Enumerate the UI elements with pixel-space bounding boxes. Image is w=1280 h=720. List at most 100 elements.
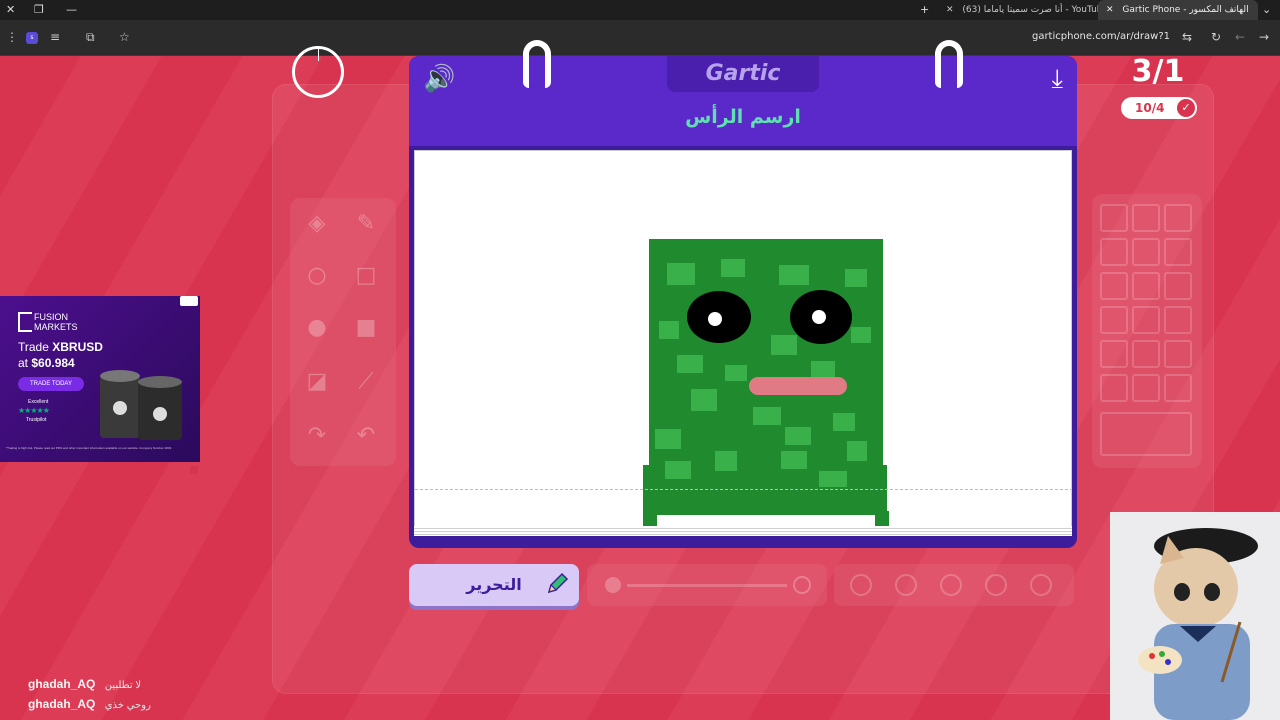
- oil-barrels-image: [100, 370, 182, 440]
- ad-price-value: $60.984: [31, 356, 75, 370]
- ad-brand-bottom: MARKETS: [34, 322, 78, 332]
- gartic-logo: Gartic: [667, 56, 819, 92]
- players-ready-badge: 10/4 ✓: [1121, 97, 1197, 119]
- line-tool-icon[interactable]: ⟋: [345, 360, 387, 404]
- color-swatch[interactable]: [1100, 204, 1128, 232]
- book-page-edges: [414, 526, 1072, 536]
- slider-track[interactable]: [627, 584, 787, 587]
- forward-icon[interactable]: ←: [1235, 30, 1245, 44]
- color-swatch[interactable]: [1132, 340, 1160, 368]
- color-swatch[interactable]: [1100, 374, 1128, 402]
- color-swatch[interactable]: [1100, 306, 1128, 334]
- download-icon[interactable]: ⤓: [1052, 64, 1064, 95]
- minimize-window-icon[interactable]: —: [66, 3, 77, 16]
- color-swatch[interactable]: [1100, 238, 1128, 266]
- width-option[interactable]: [850, 574, 872, 596]
- round-counter: 3/1: [1131, 54, 1185, 89]
- fusion-markets-logo-icon: [18, 312, 32, 332]
- color-palette: [1092, 194, 1202, 468]
- color-swatch[interactable]: [1164, 306, 1192, 334]
- color-swatch[interactable]: [1100, 340, 1128, 368]
- ad-disclaimer: *Trading is high risk. Please read our P…: [6, 446, 172, 450]
- tab-list-chevron-icon[interactable]: ⌄: [1262, 3, 1271, 16]
- chat-text: روحي خذي: [104, 700, 151, 711]
- color-swatch[interactable]: [1132, 238, 1160, 266]
- color-swatch[interactable]: [1164, 374, 1192, 402]
- binder-ring: [523, 40, 551, 88]
- width-option[interactable]: [940, 574, 962, 596]
- color-swatch[interactable]: [1132, 306, 1160, 334]
- url-field[interactable]: garticphone.com/ar/draw?1: [1032, 31, 1170, 42]
- reading-mode-icon[interactable]: ≡: [50, 30, 60, 44]
- back-icon[interactable]: →: [1259, 30, 1269, 44]
- ad-price: at $60.984: [18, 356, 75, 370]
- close-window-icon[interactable]: ✕: [6, 3, 15, 16]
- extension-icon[interactable]: s: [26, 32, 38, 44]
- eraser-tool-icon[interactable]: ◈: [296, 202, 338, 246]
- chat-username: ghadah_AQ: [28, 697, 96, 711]
- edit-button-label: التحرير: [466, 575, 522, 594]
- tab-title: (63) أنا صرت سميتا ياماما - YouTube: [962, 5, 1098, 15]
- width-option[interactable]: [895, 574, 917, 596]
- square-outline-tool-icon[interactable]: □: [345, 254, 387, 298]
- bucket-tool-icon[interactable]: ◪: [296, 360, 338, 404]
- chat-username: ghadah_AQ: [28, 677, 96, 691]
- drawing-prompt: ارسم الرأس: [685, 106, 801, 128]
- width-option[interactable]: [985, 574, 1007, 596]
- color-swatch[interactable]: [1132, 374, 1160, 402]
- ad-stars-icon: ★★★★★: [18, 406, 50, 415]
- menu-icon[interactable]: ⋮: [6, 30, 18, 44]
- pencil-icon: [547, 572, 569, 594]
- color-swatch[interactable]: [1164, 204, 1192, 232]
- binder-ring: [935, 40, 963, 88]
- drawing-book: Gartic 🔊 ⤓ ارسم الرأس: [409, 40, 1077, 548]
- restore-window-icon[interactable]: ❐: [34, 3, 44, 16]
- tab-gartic-phone[interactable]: ✕ Gartic Phone - الهاتف المكسور: [1098, 0, 1258, 20]
- ad-choices-icon[interactable]: [180, 296, 198, 306]
- ad-cta-button[interactable]: TRADE TODAY: [18, 377, 84, 391]
- drawing-toolbox: ◈ ✎ ○ □ ● ■ ◪ ⟋ ↷ ↶: [290, 198, 396, 466]
- custom-color-swatch[interactable]: [1100, 412, 1192, 456]
- reload-icon[interactable]: ↻: [1211, 30, 1221, 44]
- bookmark-star-icon[interactable]: ☆: [119, 30, 130, 44]
- ad-headline-prefix: Trade: [18, 340, 53, 354]
- drawing-canvas[interactable]: [414, 150, 1072, 528]
- ad-price-prefix: at: [18, 356, 32, 370]
- chat-message: ghadah_AQ لا تطلبين: [28, 677, 141, 691]
- edit-button[interactable]: التحرير: [409, 564, 579, 606]
- extensions-puzzle-icon[interactable]: ⧉: [86, 30, 95, 45]
- chat-text: لا تطلبين: [104, 680, 142, 691]
- new-tab-button[interactable]: +: [920, 3, 929, 16]
- sound-icon[interactable]: 🔊: [423, 64, 455, 94]
- color-swatch[interactable]: [1132, 272, 1160, 300]
- brush-width-picker: [834, 564, 1074, 606]
- pencil-tool-icon[interactable]: ✎: [345, 202, 387, 246]
- canvas-guide-line: [415, 489, 1071, 490]
- color-swatch[interactable]: [1164, 272, 1192, 300]
- advertisement[interactable]: FUSION MARKETS Trade XBRUSD at $60.984 T…: [0, 296, 200, 474]
- streamer-camera-overlay: [1110, 512, 1280, 720]
- player-drawing: [643, 239, 889, 527]
- width-option[interactable]: [1030, 574, 1052, 596]
- ad-rating: Excellent: [28, 399, 49, 405]
- site-settings-icon[interactable]: ⇆: [1182, 30, 1192, 44]
- color-swatch[interactable]: [1164, 340, 1192, 368]
- undo-icon[interactable]: ↷: [296, 414, 338, 458]
- brush-size-slider[interactable]: [587, 564, 827, 606]
- check-icon: ✓: [1177, 99, 1195, 117]
- redo-icon[interactable]: ↶: [345, 414, 387, 458]
- timer-icon: [292, 46, 344, 98]
- circle-outline-tool-icon[interactable]: ○: [296, 254, 338, 298]
- ad-symbol: XBRUSD: [52, 340, 103, 354]
- color-swatch[interactable]: [1164, 238, 1192, 266]
- size-min-icon: [605, 577, 621, 593]
- ad-info-icon[interactable]: [190, 466, 198, 474]
- close-tab-icon[interactable]: ✕: [1106, 5, 1114, 15]
- color-swatch[interactable]: [1100, 272, 1128, 300]
- close-tab-icon[interactable]: ✕: [946, 5, 954, 15]
- square-filled-tool-icon[interactable]: ■: [345, 306, 387, 350]
- tab-youtube[interactable]: ✕ (63) أنا صرت سميتا ياماما - YouTube: [938, 0, 1098, 20]
- circle-filled-tool-icon[interactable]: ●: [296, 306, 338, 350]
- color-swatch[interactable]: [1132, 204, 1160, 232]
- browser-tab-bar: ✕ ❐ — + ✕ (63) أنا صرت سميتا ياماما - Yo…: [0, 0, 1280, 20]
